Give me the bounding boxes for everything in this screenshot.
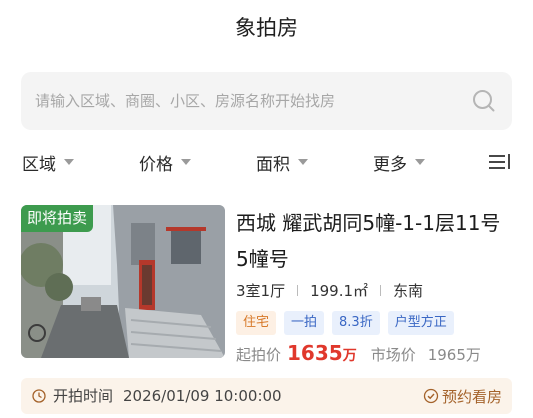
- filter-region-label: 区域: [22, 154, 56, 175]
- search-bar[interactable]: [21, 72, 512, 130]
- filter-region[interactable]: 区域: [22, 144, 74, 180]
- filter-bar: 区域 价格 面积 更多: [0, 144, 533, 180]
- filter-price-label: 价格: [139, 154, 173, 175]
- listing-photo[interactable]: 即将拍卖: [21, 205, 225, 358]
- listing-card[interactable]: 即将拍卖 西城 耀武胡同5幢-1-1层11号5幢号 3室1厅 199.1㎡ 东南…: [21, 205, 512, 365]
- listing-area: 199.1㎡: [310, 281, 369, 300]
- market-price-value: 1965万: [427, 346, 481, 364]
- page-title: 象拍房: [235, 16, 298, 40]
- divider: [380, 284, 382, 296]
- tag-auction-round: 一拍: [284, 311, 325, 335]
- caret-down-icon: [64, 159, 74, 165]
- listing-tags: 住宅 一拍 8.3折 户型方正: [236, 311, 462, 335]
- market-price-label: 市场价: [370, 346, 416, 364]
- tag-discount: 8.3折: [332, 311, 380, 335]
- filter-price[interactable]: 价格: [139, 144, 191, 180]
- auction-time-strip: 开拍时间 2026/01/09 10:00:00 预约看房: [21, 378, 512, 414]
- listing-specs: 3室1厅 199.1㎡ 东南: [236, 279, 423, 301]
- caret-down-icon: [181, 159, 191, 165]
- listing-orientation: 东南: [393, 281, 424, 300]
- listing-layout: 3室1厅: [236, 281, 286, 300]
- tag-residential: 住宅: [236, 311, 277, 335]
- tag-layout: 户型方正: [387, 311, 454, 335]
- auction-time-label: 开拍时间: [53, 387, 114, 405]
- listing-prices: 起拍价 1635 万 市场价 1965万: [236, 341, 481, 367]
- divider: [297, 284, 299, 296]
- filter-more[interactable]: 更多: [373, 144, 425, 180]
- filter-more-label: 更多: [373, 154, 407, 175]
- auction-time-value: 2026/01/09 10:00:00: [123, 387, 282, 405]
- check-circle-icon: [423, 388, 439, 404]
- reserve-viewing-label: 预约看房: [441, 387, 502, 406]
- start-price-label: 起拍价: [236, 346, 282, 364]
- status-badge: 即将拍卖: [21, 205, 94, 232]
- start-price-unit: 万: [342, 348, 357, 364]
- search-icon[interactable]: [472, 89, 496, 113]
- sort-filter-icon[interactable]: [488, 144, 512, 180]
- reserve-viewing-button[interactable]: 预约看房: [423, 378, 502, 414]
- filter-area[interactable]: 面积: [256, 144, 308, 180]
- caret-down-icon: [298, 159, 308, 165]
- caret-down-icon: [415, 159, 425, 165]
- start-price-value: 1635: [287, 341, 343, 365]
- clock-icon: [32, 389, 46, 403]
- search-input[interactable]: [35, 72, 465, 130]
- filter-area-label: 面积: [256, 154, 290, 175]
- listing-title[interactable]: 西城 耀武胡同5幢-1-1层11号5幢号: [236, 205, 511, 277]
